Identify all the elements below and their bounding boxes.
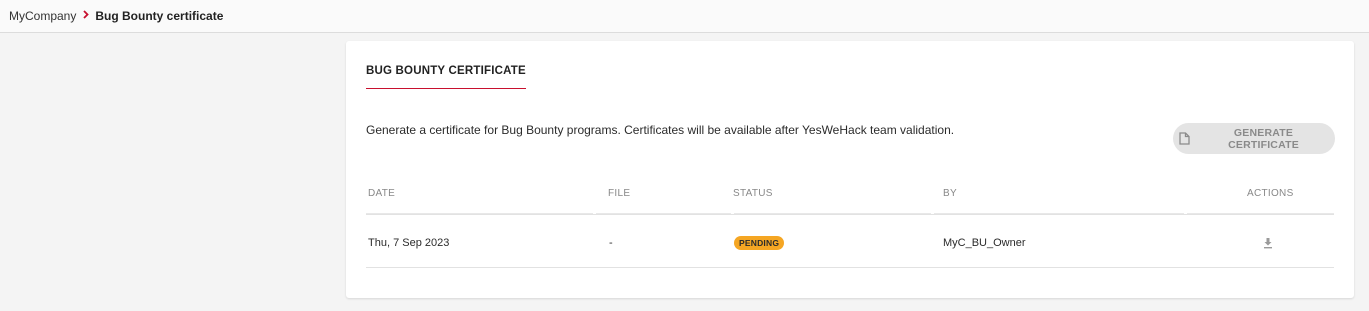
row-date: Thu, 7 Sep 2023 bbox=[368, 237, 450, 249]
download-icon[interactable] bbox=[1262, 236, 1274, 249]
table-row: Thu, 7 Sep 2023 - PENDING MyC_BU_Owner bbox=[366, 215, 1334, 268]
breadcrumb-root-link[interactable]: MyCompany bbox=[9, 9, 76, 23]
chevron-right-icon bbox=[83, 10, 90, 22]
table-header: DATE FILE STATUS BY ACTIONS bbox=[366, 179, 1334, 215]
card-description: Generate a certificate for Bug Bounty pr… bbox=[366, 123, 955, 137]
document-icon bbox=[1179, 132, 1190, 145]
certificates-table: DATE FILE STATUS BY ACTIONS Thu, 7 Sep 2… bbox=[366, 179, 1334, 268]
status-badge: PENDING bbox=[734, 236, 785, 250]
row-file: - bbox=[609, 237, 613, 249]
certificate-card: BUG BOUNTY CERTIFICATE Generate a certif… bbox=[346, 41, 1354, 298]
column-header-actions: ACTIONS bbox=[1247, 188, 1294, 199]
card-title: BUG BOUNTY CERTIFICATE bbox=[366, 65, 526, 89]
generate-certificate-label: GENERATE CERTIFICATE bbox=[1228, 126, 1299, 151]
column-divider bbox=[366, 212, 593, 214]
column-divider bbox=[934, 212, 1184, 214]
breadcrumb-current: Bug Bounty certificate bbox=[95, 9, 224, 23]
column-divider bbox=[734, 212, 931, 214]
column-divider bbox=[1187, 212, 1334, 214]
column-divider bbox=[596, 212, 731, 214]
column-header-file: FILE bbox=[608, 188, 631, 199]
column-header-date: DATE bbox=[368, 188, 396, 199]
row-by: MyC_BU_Owner bbox=[943, 237, 1026, 249]
column-header-by: BY bbox=[943, 188, 957, 199]
breadcrumb: MyCompany Bug Bounty certificate bbox=[0, 0, 1369, 33]
column-header-status: STATUS bbox=[733, 188, 773, 199]
generate-certificate-button[interactable]: GENERATE CERTIFICATE bbox=[1173, 123, 1335, 154]
